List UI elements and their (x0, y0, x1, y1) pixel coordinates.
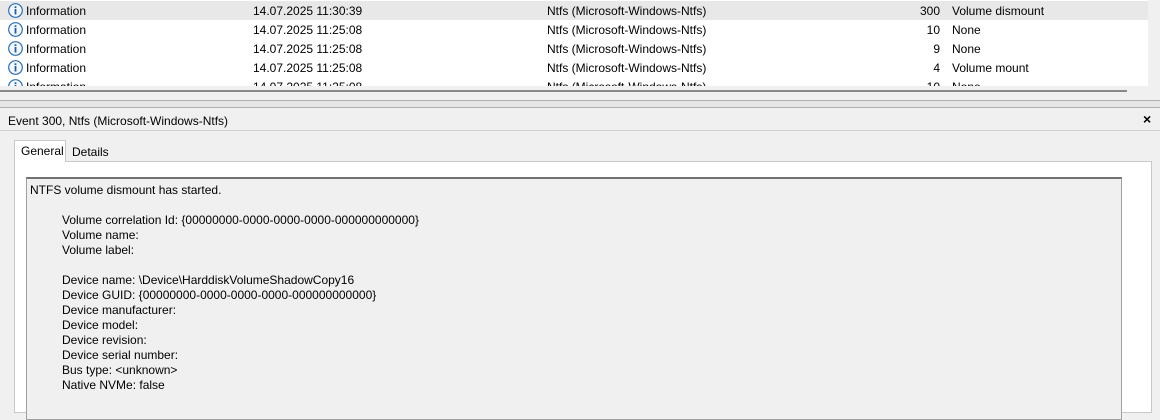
event-id: 9 (933, 42, 940, 56)
event-id: 4 (933, 61, 940, 75)
event-detail-title: Event 300, Ntfs (Microsoft-Windows-Ntfs) (8, 114, 229, 128)
event-source: Ntfs (Microsoft-Windows-Ntfs) (547, 4, 707, 18)
event-id: 10 (926, 23, 940, 37)
description-line: Native NVMe: false (62, 378, 165, 392)
info-icon (8, 60, 23, 75)
event-source: Ntfs (Microsoft-Windows-Ntfs) (547, 80, 706, 86)
event-source: Ntfs (Microsoft-Windows-Ntfs) (547, 42, 707, 56)
description-line: Volume label: (62, 243, 135, 257)
tab-general[interactable]: General (14, 140, 66, 162)
event-level: Information (26, 80, 86, 86)
table-row[interactable]: Information 14.07.2025 11:25:08 Ntfs (Micr… (0, 77, 1148, 86)
event-source: Ntfs (Microsoft-Windows-Ntfs) (547, 61, 707, 75)
event-category: Volume dismount (952, 4, 1045, 18)
close-icon[interactable]: × (1143, 111, 1151, 127)
info-icon (8, 41, 23, 56)
table-row[interactable]: Information 14.07.2025 11:30:39 Ntfs (Micr… (0, 1, 1148, 20)
info-icon (8, 3, 23, 18)
description-line: Device model: (62, 318, 139, 332)
list-horizontal-scrollbar[interactable] (0, 90, 1127, 92)
event-date: 14.07.2025 11:30:39 (253, 4, 363, 18)
description-line: Volume correlation Id: {00000000-0000-00… (62, 213, 419, 227)
description-line: Device revision: (62, 333, 147, 347)
event-category: None (952, 80, 981, 86)
description-line: Device serial number: (62, 348, 179, 362)
event-date: 14.07.2025 11:25:08 (253, 80, 362, 86)
event-date: 14.07.2025 11:25:08 (253, 42, 363, 56)
event-category: Volume mount (952, 61, 1029, 75)
table-row[interactable]: Information 14.07.2025 11:25:08 Ntfs (Micr… (0, 39, 1148, 58)
list-vertical-scrollbar[interactable] (1148, 0, 1160, 100)
pane-splitter[interactable] (0, 100, 1160, 108)
event-id: 300 (919, 4, 940, 18)
description-line: Device manufacturer: (62, 303, 177, 317)
event-date: 14.07.2025 11:25:08 (253, 23, 363, 37)
event-level: Information (26, 61, 87, 75)
event-description[interactable]: NTFS volume dismount has started. Volume… (26, 177, 1122, 420)
event-category: None (952, 42, 981, 56)
event-id: 10 (900, 80, 940, 86)
description-line: Device name: \Device\HarddiskVolumeShado… (62, 273, 355, 287)
event-summary: NTFS volume dismount has started. (30, 183, 222, 197)
event-level: Information (26, 42, 87, 56)
event-date: 14.07.2025 11:25:08 (253, 61, 363, 75)
table-row[interactable]: Information 14.07.2025 11:25:08 Ntfs (Micr… (0, 20, 1148, 39)
info-icon (8, 79, 23, 86)
event-source: Ntfs (Microsoft-Windows-Ntfs) (547, 23, 707, 37)
info-icon (8, 22, 23, 37)
event-level: Information (26, 4, 87, 18)
description-line: Volume name: (62, 228, 139, 242)
event-list: Information 14.07.2025 11:30:39 Ntfs (Micr… (0, 0, 1148, 86)
description-line: Bus type: <unknown> (62, 363, 178, 377)
event-category: None (952, 23, 981, 37)
table-row[interactable]: Information 14.07.2025 11:25:08 Ntfs (Micr… (0, 58, 1148, 77)
event-detail-header: Event 300, Ntfs (Microsoft-Windows-Ntfs)… (0, 108, 1160, 131)
tab-details[interactable]: Details (66, 142, 118, 164)
event-level: Information (26, 23, 87, 37)
description-line: Device GUID: {00000000-0000-0000-0000-00… (62, 288, 377, 302)
